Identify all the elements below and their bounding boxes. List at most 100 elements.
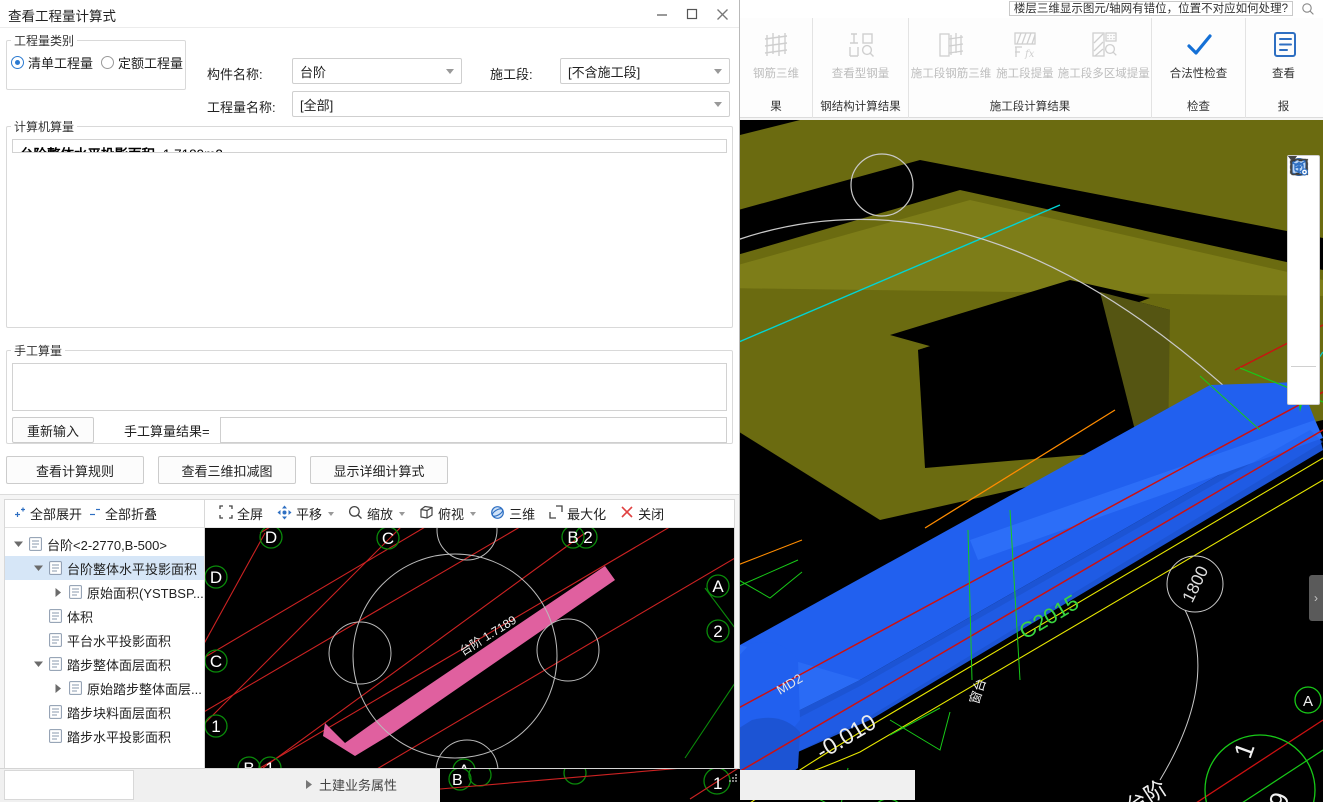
ribbon-group-title: 果	[770, 101, 782, 113]
plan-preview-canvas[interactable]: 台阶 1.7189 D C B 2 D C 1 A 2	[205, 528, 734, 801]
ribbon-item-label: 施工段钢筋三维	[910, 68, 992, 80]
tree-row[interactable]: 踏步整体面层面积	[5, 652, 204, 676]
ribbon-item-label: 查看	[1272, 68, 1295, 80]
show-detailed-formula-button[interactable]: 显示详细计算式	[310, 456, 448, 484]
chevron-down-icon[interactable]	[399, 511, 406, 516]
radio-label: 清单工程量	[28, 56, 94, 71]
ribbon-item-rebar-3d[interactable]: 钢筋三维	[747, 24, 805, 81]
tree-row[interactable]: 台阶<2-2770,B-500>	[5, 532, 204, 556]
view-calc-rules-button[interactable]: 查看计算规则	[6, 456, 144, 484]
3d-button[interactable]: 三维	[484, 502, 541, 526]
radio-norm-quantity[interactable]: 定额工程量	[101, 53, 183, 72]
topview-label: 俯视	[438, 507, 465, 522]
viewport-axis-a1: A	[1303, 693, 1313, 710]
caret-down-icon[interactable]	[1288, 156, 1317, 301]
panel-collapse-handle[interactable]: ›	[1309, 575, 1323, 621]
ribbon-item-segment-multi-qty[interactable]: 施工段多区域提量	[1057, 24, 1151, 81]
tree-row[interactable]: 踏步块料面层面积	[5, 700, 204, 724]
pan-button[interactable]: 平移	[271, 502, 340, 526]
close-x-icon	[620, 505, 634, 522]
ribbon-group-check: 合法性检查 检查	[1151, 18, 1245, 118]
document-icon	[49, 633, 67, 647]
chevron-down-icon[interactable]	[470, 511, 477, 516]
legend-icon[interactable]	[1290, 158, 1317, 399]
view-3d-deduction-button[interactable]: 查看三维扣减图	[158, 456, 296, 484]
twisty-expanded-icon[interactable]	[11, 541, 25, 547]
construction-segment-select[interactable]: [不含施工段]	[560, 58, 730, 84]
machine-calculation-group: 计算机算量 台阶整体水平投影面积=1.7189m2 体积=1.0667m3 平台…	[6, 118, 733, 328]
document-icon	[49, 705, 67, 719]
tree-row[interactable]: 踏步水平投影面积	[5, 724, 204, 748]
search-icon[interactable]	[1301, 2, 1315, 16]
ribbon-item-segment-rebar-3d[interactable]: 施工段钢筋三维	[909, 24, 993, 81]
fullscreen-button[interactable]: 全屏	[213, 502, 269, 526]
manual-result-input[interactable]	[219, 417, 727, 443]
help-search-box[interactable]: 楼层三维显示图元/轴网有错位，位置不对应如何处理?	[1008, 1, 1293, 16]
3d-label: 三维	[509, 507, 536, 522]
minimize-icon[interactable]	[647, 0, 677, 28]
manual-formula-textarea[interactable]	[12, 363, 727, 411]
ribbon-item-label: 钢筋三维	[753, 68, 799, 80]
quantity-category-legend: 工程量类别	[14, 34, 75, 48]
ribbon-group-title: 施工段计算结果	[989, 101, 1071, 113]
fullscreen-label: 全屏	[237, 507, 264, 522]
tree-row[interactable]: 体积	[5, 604, 204, 628]
caret-down-icon[interactable]	[1288, 156, 1317, 261]
twisty-expanded-icon[interactable]	[31, 661, 45, 667]
twisty-expanded-icon[interactable]	[31, 565, 45, 571]
cube-filled-icon[interactable]	[1290, 158, 1317, 290]
plan-axis-B-top: B	[567, 528, 578, 547]
construction-segment-value: [不含施工段]	[568, 64, 641, 80]
tree-row[interactable]: 平台水平投影面积	[5, 628, 204, 652]
steel-qty-icon	[844, 24, 878, 66]
tree-row-label: 体积	[67, 609, 94, 625]
topview-button[interactable]: 俯视	[413, 502, 482, 526]
2d-icon[interactable]: 2D	[1290, 159, 1317, 219]
close-view-label: 关闭	[638, 507, 665, 522]
machine-calculation-output[interactable]: 台阶整体水平投影面积=1.7189m2 体积=1.0667m3 平台水平投影面积…	[12, 139, 727, 153]
ribbon-item-validity-check[interactable]: 合法性检查	[1164, 24, 1234, 81]
document-icon	[49, 561, 67, 575]
tree-toolbar: 全部展开 全部折叠	[5, 500, 204, 528]
ribbon-item-view-report[interactable]: 查看	[1255, 24, 1313, 81]
property-row-civil-attributes[interactable]: 土建业务属性	[305, 775, 397, 794]
ribbon-item-label: 查看型钢量	[831, 68, 890, 80]
reinput-button[interactable]: 重新输入	[12, 417, 95, 443]
isolate-icon[interactable]	[1289, 158, 1317, 361]
strip-axis-1: 1	[713, 774, 722, 793]
viewport-toolbar: 2D	[1287, 155, 1320, 405]
bottom-status-strip: 土建业务属性 B 1	[0, 768, 915, 802]
quantity-name-select[interactable]: [全部]	[292, 91, 730, 117]
collapse-all-button[interactable]: 全部折叠	[88, 504, 157, 523]
resize-grip-icon[interactable]	[728, 771, 738, 782]
model-3d-viewport[interactable]: 1800 C2015 MD2 -0.010 窗台 室外台阶 11ZJ901 图集…	[740, 120, 1323, 802]
chevron-down-icon[interactable]	[328, 511, 335, 516]
document-icon	[69, 585, 87, 599]
tree-row-label: 踏步块料面层面积	[67, 705, 172, 721]
quantity-name-label: 工程量名称:	[207, 100, 276, 115]
quantity-formula-dialog: 查看工程量计算式 工程量类别 清单工程量 定额工程量 构件名称: 台阶 施工段:…	[0, 0, 915, 802]
maximize-icon[interactable]	[677, 0, 707, 28]
component-name-select[interactable]: 台阶	[292, 58, 462, 84]
tree-row[interactable]: 原始面积(YSTBSP...	[5, 580, 204, 604]
ribbon-item-segment-qty[interactable]: fx 施工段提量	[993, 24, 1057, 81]
cube-outline-icon[interactable]	[1290, 158, 1317, 250]
ribbon-item-view-steel-qty[interactable]: 查看型钢量	[826, 24, 896, 81]
close-icon[interactable]	[707, 0, 737, 28]
maximize-view-button[interactable]: 最大化	[543, 502, 612, 526]
quantity-category-group: 工程量类别 清单工程量 定额工程量	[6, 32, 187, 90]
expand-all-button[interactable]: 全部展开	[13, 504, 82, 523]
calc-expr: =1.7189m2	[155, 147, 223, 152]
twisty-collapsed-icon[interactable]	[51, 683, 65, 693]
tree-row[interactable]: 原始踏步整体面层...	[5, 676, 204, 700]
manual-result-label: 手工算量结果=	[124, 423, 210, 439]
twisty-collapsed-icon[interactable]	[51, 587, 65, 597]
tree-row-label: 原始踏步整体面层...	[87, 681, 202, 697]
dialog-titlebar: 查看工程量计算式	[0, 0, 739, 28]
zoom-button[interactable]: 缩放	[342, 502, 411, 526]
close-view-button[interactable]: 关闭	[614, 502, 670, 526]
document-icon	[49, 609, 67, 623]
tree-row[interactable]: 台阶整体水平投影面积	[5, 556, 204, 580]
marquee-select-icon[interactable]	[1290, 159, 1317, 330]
radio-bill-quantity[interactable]: 清单工程量	[11, 53, 93, 72]
